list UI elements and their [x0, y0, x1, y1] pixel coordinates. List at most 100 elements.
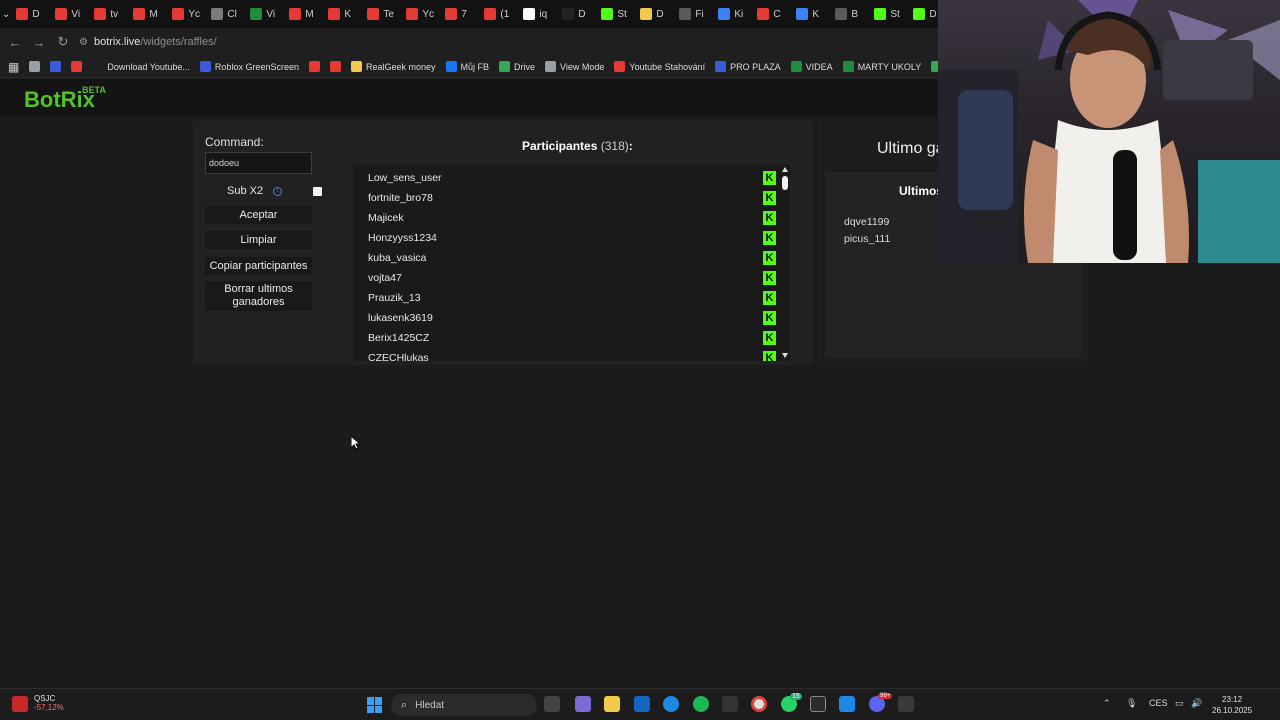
- youtube-icon: [55, 8, 68, 20]
- calculator-icon[interactable]: [898, 696, 914, 712]
- bookmark-item[interactable]: Roblox GreenScreen: [199, 61, 299, 72]
- volume-icon[interactable]: 🔊: [1191, 698, 1202, 709]
- bookmark-item[interactable]: Download Youtube...: [92, 61, 190, 72]
- url-field[interactable]: ⚙ botrix.live /widgets/raffles/: [79, 36, 217, 48]
- participant-row: fortnite_bro78 K: [353, 188, 778, 208]
- command-input[interactable]: [205, 152, 312, 174]
- browser-tab[interactable]: Ki: [712, 3, 751, 25]
- file-explorer-icon[interactable]: [604, 696, 620, 712]
- site-info-icon[interactable]: ⚙: [79, 37, 88, 48]
- scroll-down-arrow-icon[interactable]: [782, 353, 788, 358]
- reload-icon[interactable]: ↻: [51, 30, 75, 54]
- bookmark-item[interactable]: [50, 61, 62, 72]
- chrome-icon[interactable]: [751, 696, 767, 712]
- participant-row: Prauzik_13 K: [353, 288, 778, 308]
- participant-row: lukasenk3619 K: [353, 308, 778, 328]
- participant-row: CZECHlukas K: [353, 348, 778, 361]
- browser-tab[interactable]: D: [556, 3, 595, 25]
- tray-overflow-icon[interactable]: ⌃: [1103, 698, 1111, 709]
- page-icon: [211, 8, 224, 20]
- browser-tab[interactable]: B: [829, 3, 868, 25]
- browser-tab[interactable]: K: [790, 3, 829, 25]
- task-view-icon[interactable]: [544, 696, 560, 712]
- windows-start-icon[interactable]: [367, 697, 383, 713]
- delete-winners-button[interactable]: Borrar ultimos ganadores: [205, 281, 312, 311]
- clock[interactable]: 23:12 26.10.2025: [1212, 694, 1252, 716]
- apps-icon[interactable]: ▦: [8, 60, 19, 74]
- info-icon[interactable]: i: [273, 186, 283, 196]
- epic-games-icon[interactable]: [810, 696, 826, 712]
- bookmark-item[interactable]: [71, 61, 83, 72]
- browser-tab[interactable]: (1: [478, 3, 517, 25]
- browser-tab[interactable]: Yc: [400, 3, 439, 25]
- winners-subtitle: Ultimos: [899, 184, 944, 198]
- browser-tab[interactable]: tv: [88, 3, 127, 25]
- edge-icon[interactable]: [663, 696, 679, 712]
- bookmark-item[interactable]: MARTY UKOLY: [842, 61, 921, 72]
- bookmark-item[interactable]: VIDEA: [790, 61, 833, 72]
- bookmark-item[interactable]: Youtube Stahování: [614, 61, 705, 72]
- browser-tab[interactable]: St: [868, 3, 907, 25]
- capcut-icon[interactable]: [722, 696, 738, 712]
- browser-tab[interactable]: Yc: [166, 3, 205, 25]
- youtube-icon: [328, 8, 341, 20]
- browser-tab[interactable]: St: [595, 3, 634, 25]
- tab-label: B: [851, 8, 859, 20]
- sub-x2-checkbox[interactable]: [313, 186, 322, 196]
- blank-icon: [92, 61, 104, 72]
- scroll-thumb[interactable]: [782, 176, 788, 190]
- taskbar-search[interactable]: ⌕ Hledat: [391, 694, 537, 716]
- browser-tab[interactable]: iq: [517, 3, 556, 25]
- twitch-icon: [50, 61, 62, 72]
- bookmark-item[interactable]: RealGeek money: [350, 61, 436, 72]
- tiktok-icon: [562, 8, 575, 20]
- browser-tab[interactable]: M: [283, 3, 322, 25]
- browser-tab[interactable]: D: [10, 3, 49, 25]
- browser-tab[interactable]: Te: [361, 3, 400, 25]
- bookmark-item[interactable]: [29, 61, 41, 72]
- browser-tab[interactable]: M: [127, 3, 166, 25]
- participant-name: Berix1425CZ: [368, 332, 430, 344]
- facebook-app-icon[interactable]: [839, 696, 855, 712]
- outlook-icon[interactable]: [634, 696, 650, 712]
- stock-icon: [12, 696, 28, 712]
- winner-item: picus_111: [844, 233, 891, 245]
- browser-tab[interactable]: D: [634, 3, 673, 25]
- bookmark-item[interactable]: View Mode: [545, 61, 604, 72]
- spotify-icon[interactable]: [693, 696, 709, 712]
- network-icon[interactable]: ▭: [1175, 698, 1184, 709]
- bookmark-item[interactable]: Drive: [499, 61, 535, 72]
- browser-tab[interactable]: 7: [439, 3, 478, 25]
- browser-tab[interactable]: Fi: [673, 3, 712, 25]
- browser-tab[interactable]: Cl: [205, 3, 244, 25]
- bookmark-item[interactable]: Můj FB: [445, 61, 489, 72]
- browser-tab[interactable]: K: [322, 3, 361, 25]
- link-icon: [835, 8, 848, 20]
- browser-tab[interactable]: Vi: [244, 3, 283, 25]
- back-icon[interactable]: ←: [3, 30, 27, 54]
- tab-search-button[interactable]: ⌄: [2, 4, 10, 24]
- copilot-icon[interactable]: [575, 696, 591, 712]
- participants-title: Participantes (318):: [522, 139, 633, 153]
- bookmark-item[interactable]: [329, 61, 341, 72]
- browser-tab[interactable]: Vi: [49, 3, 88, 25]
- microphone-icon[interactable]: 🎙: [1126, 698, 1137, 709]
- browser-tab[interactable]: C: [751, 3, 790, 25]
- scroll-up-arrow-icon[interactable]: [782, 167, 788, 172]
- copy-participants-button[interactable]: Copiar participantes: [205, 257, 312, 275]
- language-indicator[interactable]: CES: [1149, 698, 1168, 708]
- clear-button[interactable]: Limpiar: [205, 231, 312, 249]
- stock-widget[interactable]: QSJC -57,12%: [12, 694, 64, 712]
- forward-icon[interactable]: →: [27, 30, 51, 54]
- participants-list[interactable]: Low_sens_user Kfortnite_bro78 K Majicek K Hon…: [353, 165, 790, 361]
- participant-name: vojta47: [368, 272, 402, 284]
- taskbar: QSJC -57,12% ⌕ Hledat 15 99+ ⌃ 🎙 CES ▭ 🔊…: [0, 688, 1280, 720]
- browser-tab[interactable]: D: [907, 3, 938, 25]
- bookmark-item[interactable]: Dodo videa: [931, 61, 938, 72]
- bookmark-label: Youtube Stahování: [629, 61, 706, 72]
- bookmark-item[interactable]: [308, 61, 320, 72]
- accept-button[interactable]: Aceptar: [205, 206, 312, 224]
- bookmark-item[interactable]: PRO PLAZA: [715, 61, 781, 72]
- drive-icon: [499, 61, 511, 72]
- participants-scrollbar[interactable]: [780, 165, 790, 361]
